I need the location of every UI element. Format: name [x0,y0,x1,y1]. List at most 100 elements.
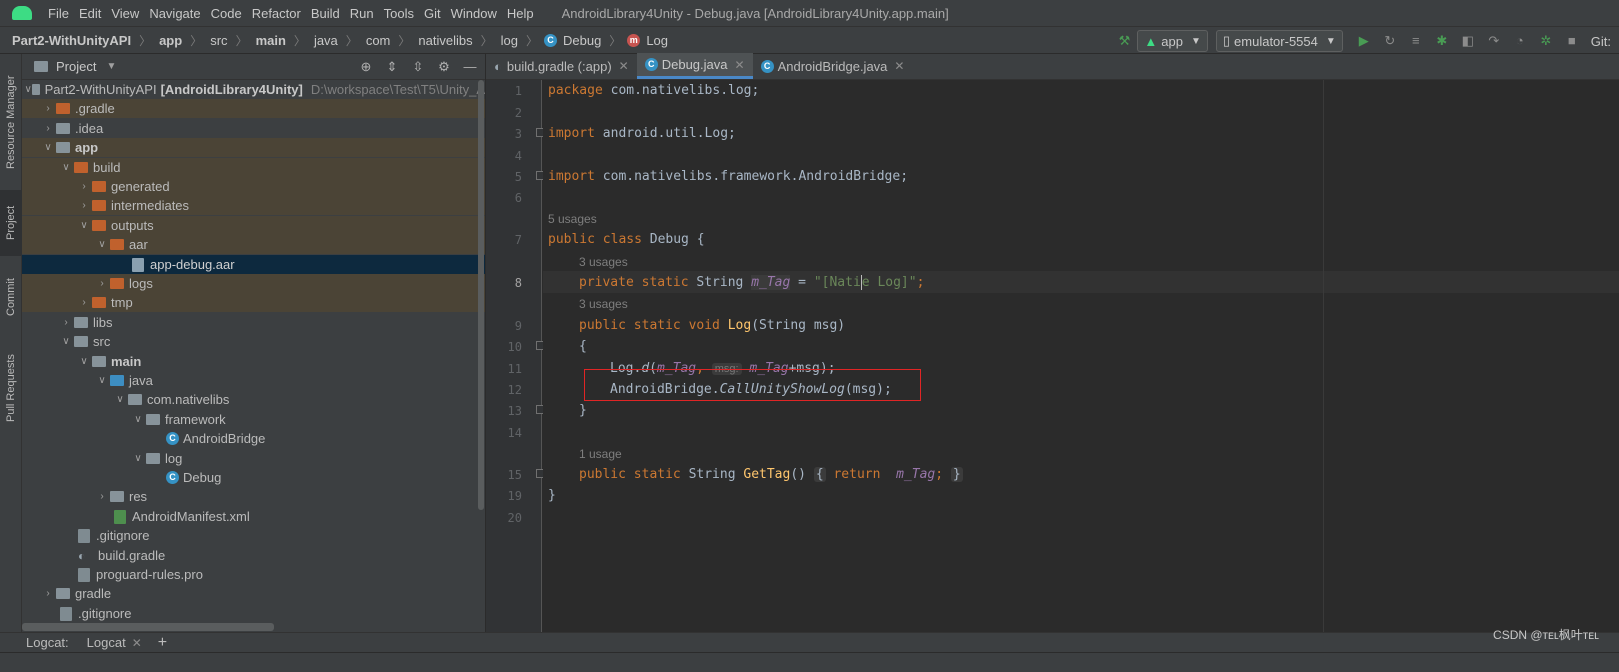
attach-debugger-icon[interactable]: ↷ [1486,33,1502,49]
tree-item[interactable]: .gitignore [22,526,485,545]
add-tab-icon[interactable]: + [158,634,167,652]
close-icon[interactable]: ✕ [132,636,142,650]
logcat-tab[interactable]: Logcat [87,635,126,650]
coverage-icon[interactable]: ◔ [1512,33,1528,49]
tree-item[interactable]: proguard-rules.pro [22,565,485,584]
tree-item[interactable]: › libs [22,313,485,332]
tree-item[interactable]: C Debug [22,468,485,487]
attach-process-icon[interactable]: ✲ [1538,33,1554,49]
chevron-right-icon[interactable]: › [76,200,92,211]
tab-build-gradle[interactable]: ◐ build.gradle (:app) ✕ [486,53,637,79]
breadcrumb-app[interactable]: app [157,33,184,48]
chevron-right-icon[interactable]: › [94,491,110,502]
tree-item[interactable]: AndroidManifest.xml [22,507,485,526]
chevron-down-icon[interactable]: ∨ [94,375,110,386]
chevron-right-icon[interactable]: › [94,278,110,289]
chevron-right-icon[interactable]: › [58,317,74,328]
chevron-down-icon[interactable]: ∨ [94,239,110,250]
breadcrumb-log-method[interactable]: Log [644,33,670,48]
tree-item[interactable]: C AndroidBridge [22,429,485,448]
breadcrumb-java[interactable]: java [312,33,340,48]
tree-item[interactable]: ∨ java [22,371,485,390]
tree-item[interactable]: ◐ build.gradle [22,546,485,565]
run-config-dropdown[interactable]: ▲ app ▼ [1137,30,1208,52]
tree-item[interactable]: › res [22,487,485,506]
breadcrumb-main[interactable]: main [254,33,288,48]
breadcrumb-nativelibs[interactable]: nativelibs [416,33,474,48]
breadcrumb-project[interactable]: Part2-WithUnityAPI [10,33,133,48]
commit-tab[interactable]: Commit [0,266,22,328]
chevron-down-icon[interactable]: ∨ [76,356,92,367]
chevron-right-icon[interactable]: › [76,181,92,192]
tree-item[interactable]: ∨ aar [22,235,485,254]
tree-item[interactable]: › .idea [22,119,485,138]
menu-edit[interactable]: Edit [79,6,101,21]
close-icon[interactable]: ✕ [619,59,629,73]
tree-item[interactable]: ∨ main [22,352,485,371]
build-hammer-icon[interactable]: ⚒ [1116,33,1132,49]
chevron-down-icon[interactable]: ∨ [40,142,56,153]
menu-view[interactable]: View [111,6,139,21]
tree-item[interactable]: ∨ com.nativelibs [22,390,485,409]
tree-item[interactable]: ∨ build [22,158,485,177]
menu-run[interactable]: Run [350,6,374,21]
device-dropdown[interactable]: ▯ emulator-5554 ▼ [1215,30,1343,52]
tree-item[interactable]: .gitignore [22,604,485,623]
expand-all-icon[interactable]: ⇕ [383,58,401,76]
chevron-down-icon[interactable]: ∨ [24,84,32,95]
resource-manager-tab[interactable]: Resource Manager [0,62,22,182]
chevron-right-icon[interactable]: › [40,123,56,134]
tree-item[interactable]: › generated [22,177,485,196]
menu-build[interactable]: Build [311,6,340,21]
usages-hint[interactable]: 1 usage [579,447,622,461]
breadcrumb-src[interactable]: src [208,33,229,48]
minimize-icon[interactable]: — [461,58,479,76]
menu-navigate[interactable]: Navigate [149,6,200,21]
chevron-down-icon[interactable]: ∨ [130,453,146,464]
breadcrumb-com[interactable]: com [364,33,393,48]
gear-icon[interactable]: ⚙ [435,58,453,76]
rerun-icon[interactable]: ↻ [1382,33,1398,49]
run-icon[interactable]: ▶ [1356,33,1372,49]
stop-icon[interactable]: ■ [1564,33,1580,49]
tree-item[interactable]: › gradle [22,584,485,603]
project-panel-title[interactable]: Project [56,59,96,74]
locate-icon[interactable]: ⊕ [357,58,375,76]
chevron-down-icon[interactable]: ∨ [58,162,74,173]
usages-hint[interactable]: 5 usages [548,212,597,226]
menu-window[interactable]: Window [451,6,497,21]
project-tree-horizontal-scrollbar[interactable] [22,623,274,631]
apply-changes-icon[interactable]: ≡ [1408,33,1424,49]
pull-requests-tab[interactable]: Pull Requests [0,342,22,434]
menu-file[interactable]: File [48,6,69,21]
tree-item[interactable]: › tmp [22,293,485,312]
chevron-right-icon[interactable]: › [40,588,56,599]
menu-help[interactable]: Help [507,6,534,21]
breadcrumb-log[interactable]: log [499,33,520,48]
tree-item[interactable]: ∨ app [22,138,485,157]
usages-hint[interactable]: 3 usages [579,255,628,269]
tab-debug-java[interactable]: C Debug.java ✕ [636,53,753,79]
breadcrumb-debug-class[interactable]: Debug [561,33,603,48]
tree-item[interactable]: ∨ framework [22,410,485,429]
chevron-right-icon[interactable]: › [40,103,56,114]
tree-item[interactable]: › .gradle [22,99,485,118]
tree-item[interactable]: ∨ log [22,449,485,468]
chevron-down-icon[interactable]: ∨ [112,394,128,405]
project-tab[interactable]: Project [0,190,22,256]
usages-hint[interactable]: 3 usages [579,297,628,311]
chevron-down-icon[interactable]: ▼ [106,61,116,72]
menu-git[interactable]: Git [424,6,441,21]
menu-refactor[interactable]: Refactor [252,6,301,21]
close-icon[interactable]: ✕ [894,59,904,73]
debug-icon[interactable]: ✱ [1434,33,1450,49]
tree-item[interactable]: ∨ Part2-WithUnityAPI [AndroidLibrary4Uni… [22,80,485,99]
chevron-down-icon[interactable]: ∨ [76,220,92,231]
tree-item[interactable]: ∨ outputs [22,216,485,235]
chevron-right-icon[interactable]: › [76,297,92,308]
tree-item-selected[interactable]: app-debug.aar [22,255,485,274]
tree-item[interactable]: › intermediates [22,196,485,215]
chevron-down-icon[interactable]: ∨ [58,336,74,347]
tab-androidbridge-java[interactable]: C AndroidBridge.java ✕ [753,53,913,79]
collapse-all-icon[interactable]: ⇳ [409,58,427,76]
